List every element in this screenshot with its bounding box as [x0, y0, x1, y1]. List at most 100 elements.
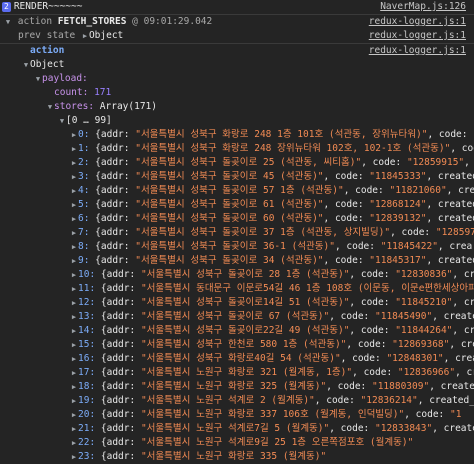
row-open-brace: {addr: — [95, 157, 136, 168]
store-row[interactable]: ▶ 7: {addr: "서울특별시 성북구 돌곶이로 37 1층 (석관동, 상… — [0, 226, 474, 240]
range-line[interactable]: ▼ [0 … 99] — [0, 114, 474, 128]
prev-state-value: Object — [88, 30, 124, 41]
row-code-key: , code: — [323, 255, 370, 266]
row-address: "서울특별시 성북구 화랑로40길 54 (석관동)" — [140, 353, 341, 364]
store-row[interactable]: ▶ 22: {addr: "서울특별시 노원구 석계로9길 25 1층 오른쪽점포… — [0, 436, 474, 450]
expand-triangle-icon[interactable]: ▶ — [70, 128, 78, 142]
store-row[interactable]: ▶ 0: {addr: "서울특별시 성북구 화랑로 248 1층 101호 (석… — [0, 128, 474, 142]
store-row[interactable]: ▶ 12: {addr: "서울특별시 성북구 돌곶이로14길 51 (석관동)"… — [0, 296, 474, 310]
row-code-key: , code: — [323, 213, 370, 224]
expand-triangle-icon[interactable]: ▶ — [70, 394, 78, 408]
prev-state-line[interactable]: prev state ▶ Object redux-logger.js:1 — [0, 29, 474, 44]
row-address: "서울특별시 노원구 석계로7길 5 (월계동)" — [140, 423, 330, 434]
row-open-brace: {addr: — [100, 297, 141, 308]
expand-triangle-icon[interactable]: ▶ — [70, 156, 78, 170]
expand-triangle-icon[interactable]: ▶ — [70, 366, 78, 380]
row-index: 14: — [78, 325, 101, 336]
expand-triangle-icon[interactable]: ▶ — [70, 282, 78, 296]
expand-triangle-icon[interactable]: ▶ — [70, 198, 78, 212]
payload-line[interactable]: ▼ payload: — [0, 72, 474, 86]
store-row[interactable]: ▶ 20: {addr: "서울특별시 노원구 화랑로 337 106호 (월계동… — [0, 408, 474, 422]
store-row[interactable]: ▶ 10: {addr: "서울특별시 성북구 돌곶이로 28 1층 (석관동)"… — [0, 268, 474, 282]
row-address: "서울특별시 성북구 돌곶이로 34 (석관동)" — [135, 255, 324, 266]
expand-triangle-icon[interactable]: ▶ — [70, 226, 78, 240]
row-index: 2: — [78, 157, 96, 168]
store-row[interactable]: ▶ 8: {addr: "서울특별시 성북구 돌곶이로 36-1 (석관동)", … — [0, 240, 474, 254]
store-row[interactable]: ▶ 1: {addr: "서울특별시 성북구 화랑로 248 장위뉴타워 102호… — [0, 142, 474, 156]
row-code-key: , code: — [343, 185, 390, 196]
row-tail: , created_ — [429, 381, 474, 392]
row-code: "11845490" — [375, 311, 433, 322]
expand-triangle-icon[interactable]: ▶ — [70, 254, 78, 268]
store-row[interactable]: ▶ 4: {addr: "서울특별시 성북구 돌곶이로 57 1층 (석관동)",… — [0, 184, 474, 198]
row-code-key: , code: — [329, 423, 375, 434]
row-tail: , created_ — [426, 199, 474, 210]
expand-triangle-icon[interactable]: ▶ — [70, 184, 78, 198]
payload-key: payload: — [42, 73, 88, 84]
row-open-brace: {addr: — [100, 325, 141, 336]
object-line[interactable]: ▼ Object — [0, 58, 474, 72]
collapse-triangle-icon[interactable]: ▼ — [34, 72, 42, 86]
expand-triangle-icon[interactable]: ▶ — [70, 422, 78, 436]
store-row[interactable]: ▶ 3: {addr: "서울특별시 성북구 돌곶이로 45 (석관동)", co… — [0, 170, 474, 184]
expand-triangle-icon[interactable]: ▶ — [70, 142, 78, 156]
store-row[interactable]: ▶ 9: {addr: "서울특별시 성북구 돌곶이로 34 (석관동)", co… — [0, 254, 474, 268]
row-tail: , cre — [452, 269, 474, 280]
store-row[interactable]: ▶ 11: {addr: "서울특별시 동대문구 이문로54길 46 1층 108… — [0, 282, 474, 296]
expand-triangle-icon[interactable]: ▶ — [70, 296, 78, 310]
collapse-triangle-icon[interactable]: ▼ — [46, 100, 54, 114]
store-row[interactable]: ▶ 15: {addr: "서울특별시 성북구 한천로 580 1층 (석관동)"… — [0, 338, 474, 352]
row-open-brace: {addr: — [95, 227, 136, 238]
row-code: "12848301" — [386, 353, 444, 364]
store-row[interactable]: ▶ 16: {addr: "서울특별시 성북구 화랑로40길 54 (석관동)",… — [0, 352, 474, 366]
expand-triangle-icon[interactable]: ▶ — [70, 380, 78, 394]
row-index: 13: — [78, 311, 101, 322]
store-row[interactable]: ▶ 13: {addr: "서울특별시 성북구 돌곶이로 67 (석관동)", c… — [0, 310, 474, 324]
prev-state-source-link[interactable]: redux-logger.js:1 — [364, 29, 466, 43]
expand-triangle-icon[interactable]: ▶ — [70, 240, 78, 254]
row-code: "12839132" — [369, 213, 427, 224]
store-row[interactable]: ▶ 23: {addr: "서울특별시 노원구 화랑로 335 (월계동)" — [0, 450, 474, 464]
row-address: "서울특별시 성북구 돌곶이로 37 1층 (석관동, 상지빌딩)" — [135, 227, 391, 238]
store-row[interactable]: ▶ 19: {addr: "서울특별시 노원구 석계로 2 (월계동)", cod… — [0, 394, 474, 408]
row-address: "서울특별시 노원구 석계로 2 (월계동)" — [140, 395, 315, 406]
row-address: "서울특별시 노원구 화랑로 335 (월계동)" — [140, 451, 327, 462]
expand-triangle-icon[interactable]: ▶ — [70, 450, 78, 464]
store-row[interactable]: ▶ 2: {addr: "서울특별시 성북구 돌곶이로 25 (석관동, 씨티홈)… — [0, 156, 474, 170]
row-index: 15: — [78, 339, 101, 350]
row-code-key: , code: — [404, 409, 450, 420]
expand-triangle-icon[interactable]: ▶ — [70, 338, 78, 352]
row-code: "12868124" — [369, 199, 427, 210]
render-source-link[interactable]: NaverMap.js:126 — [376, 0, 466, 14]
collapse-triangle-icon[interactable]: ▼ — [22, 58, 30, 72]
action-source-link[interactable]: redux-logger.js:1 — [364, 15, 466, 29]
action-time: @ 09:01:29.042 — [132, 16, 213, 27]
expand-triangle-icon[interactable]: ▶ — [70, 408, 78, 422]
row-tail: , cre — [452, 297, 474, 308]
store-row[interactable]: ▶ 17: {addr: "서울특별시 노원구 화랑로 321 (월계동, 1층)… — [0, 366, 474, 380]
render-log-text: RENDER~~~~~~ — [13, 1, 83, 12]
expand-triangle-icon[interactable]: ▶ — [70, 352, 78, 366]
action-label-source-link[interactable]: redux-logger.js:1 — [364, 44, 466, 58]
expand-triangle-icon[interactable]: ▶ — [70, 268, 78, 282]
store-rows: ▶ 0: {addr: "서울특별시 성북구 화랑로 248 1층 101호 (석… — [0, 128, 474, 464]
collapse-triangle-icon[interactable]: ▼ — [4, 15, 12, 29]
action-group-header[interactable]: ▼ action FETCH_STORES @ 09:01:29.042 red… — [0, 15, 474, 29]
store-row[interactable]: ▶ 18: {addr: "서울특별시 노원구 화랑로 325 (월계동)", c… — [0, 380, 474, 394]
expand-triangle-icon[interactable]: ▶ — [70, 170, 78, 184]
row-open-brace: {addr: — [100, 339, 141, 350]
store-row[interactable]: ▶ 6: {addr: "서울특별시 성북구 돌곶이로 60 (석관동)", co… — [0, 212, 474, 226]
expand-triangle-icon[interactable]: ▶ — [70, 324, 78, 338]
action-label-line: action redux-logger.js:1 — [0, 44, 474, 58]
row-open-brace: {addr: — [100, 311, 141, 322]
expand-triangle-icon[interactable]: ▶ — [81, 29, 89, 43]
expand-triangle-icon[interactable]: ▶ — [70, 310, 78, 324]
store-row[interactable]: ▶ 21: {addr: "서울특별시 노원구 석계로7길 5 (월계동)", c… — [0, 422, 474, 436]
stores-line[interactable]: ▼ stores: Array(171) — [0, 100, 474, 114]
store-row[interactable]: ▶ 14: {addr: "서울특별시 성북구 돌곶이로22길 49 (석관동)"… — [0, 324, 474, 338]
collapse-triangle-icon[interactable]: ▼ — [58, 114, 66, 128]
row-index: 16: — [78, 353, 101, 364]
expand-triangle-icon[interactable]: ▶ — [70, 436, 78, 450]
expand-triangle-icon[interactable]: ▶ — [70, 212, 78, 226]
store-row[interactable]: ▶ 5: {addr: "서울특별시 성북구 돌곶이로 61 (석관동)", co… — [0, 198, 474, 212]
